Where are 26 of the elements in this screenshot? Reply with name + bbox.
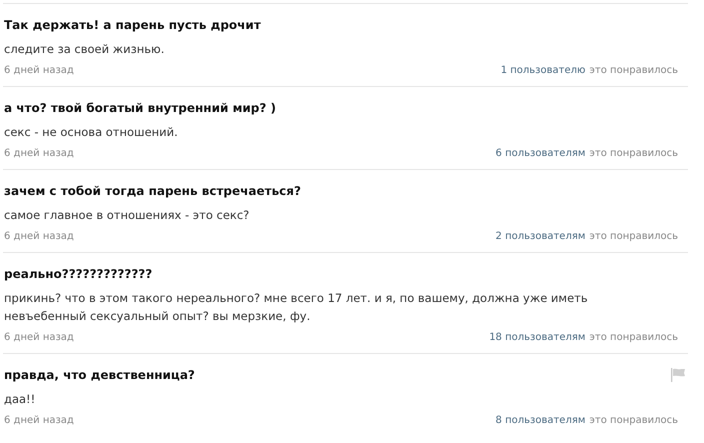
question-text: а что? твой богатый внутренний мир? ) (4, 101, 276, 115)
likes-text: это понравилось (589, 65, 678, 76)
likes-text: это понравилось (589, 332, 678, 343)
timestamp: 6 дней назад (4, 64, 74, 78)
answer-text: следите за своей жизнью. (4, 41, 166, 58)
answer-text: самое главное в отношениях - это секс? (4, 207, 250, 224)
question-text: зачем с тобой тогда парень встречаеться? (4, 184, 301, 198)
timestamp: 6 дней назад (4, 147, 74, 161)
likes-link[interactable]: 6 пользователям (496, 148, 586, 159)
answer-text: секс - не основа отношений. (4, 124, 179, 141)
timestamp: 6 дней назад (4, 414, 74, 428)
answer-text: прикинь? что в этом такого нереального? мне всего 17 лет. и я, по вашему, должна уже иметь невъебенный сексуальный опыт? вы мерзкие, фу. (4, 290, 589, 325)
question-text: Так держать! а парень пусть дрочит (4, 18, 261, 32)
likes-link[interactable]: 1 пользователю (500, 65, 586, 76)
likes-text: это понравилось (589, 148, 678, 159)
question-text: реально????????????? (4, 267, 152, 281)
likes-link[interactable]: 18 пользователям (489, 332, 586, 343)
likes-link[interactable]: 8 пользователям (496, 415, 586, 426)
question-text: правда, что девственница? (4, 368, 195, 382)
timestamp: 6 дней назад (4, 331, 74, 345)
flag-icon[interactable] (671, 368, 685, 382)
likes-text: это понравилось (589, 231, 678, 242)
timestamp: 6 дней назад (4, 230, 74, 244)
likes-link[interactable]: 2 пользователям (496, 231, 586, 242)
answer-text: даа!! (4, 391, 36, 408)
likes-text: это понравилось (589, 415, 678, 426)
